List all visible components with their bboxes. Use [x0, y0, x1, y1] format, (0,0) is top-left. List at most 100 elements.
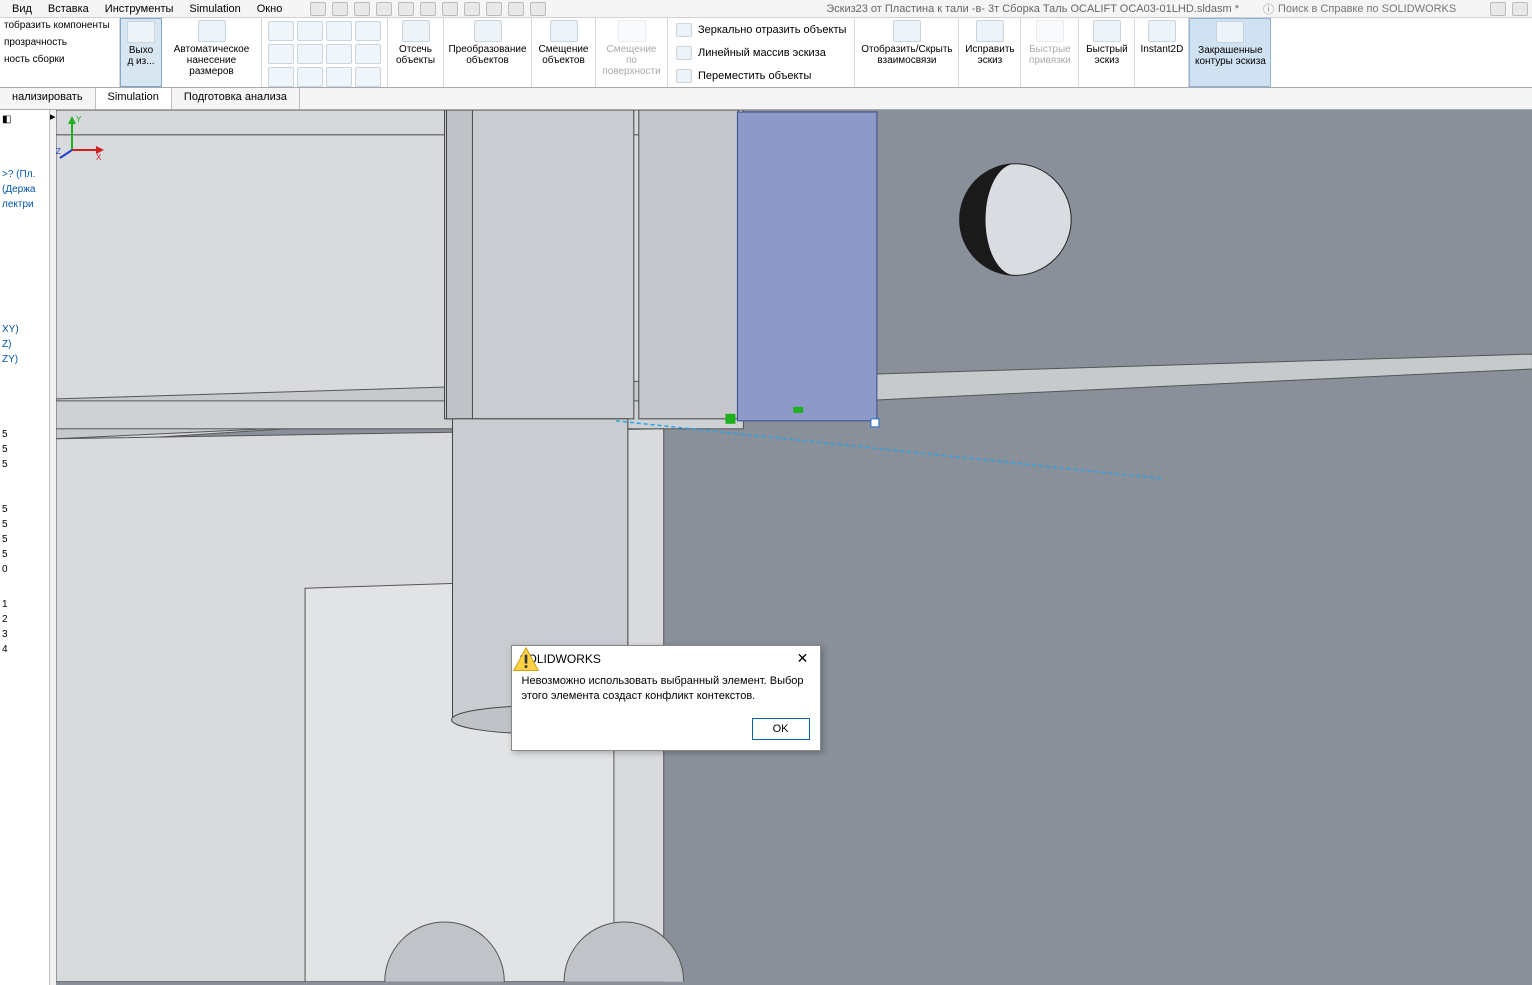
menu-simulation[interactable]: Simulation — [181, 3, 248, 15]
ribbon-instant2d[interactable]: Instant2D — [1135, 18, 1189, 87]
tree-n-5f[interactable]: 5 — [0, 532, 49, 547]
ribbon-repair-sketch[interactable]: Исправить эскиз — [959, 18, 1021, 87]
tree-n-0[interactable]: 0 — [0, 562, 49, 577]
instant2d-icon — [1148, 20, 1176, 42]
tree-plane-xy[interactable]: XY) — [0, 322, 49, 337]
ellipse-tool-icon[interactable] — [326, 44, 352, 64]
spline-tool-icon[interactable] — [326, 21, 352, 41]
offset-icon — [550, 20, 578, 42]
qat-extra-icon[interactable] — [530, 2, 546, 16]
mirror-icon — [676, 23, 692, 37]
line-tool-icon[interactable] — [268, 21, 294, 41]
ribbon-transparency[interactable]: прозрачность — [4, 37, 67, 48]
tree-plane-xz[interactable]: Z) — [0, 337, 49, 352]
dialog-close-button[interactable]: ✕ — [794, 650, 812, 668]
tree-n-3[interactable]: 3 — [0, 627, 49, 642]
menu-view[interactable]: Вид — [4, 3, 40, 15]
ribbon-mirror[interactable]: Зеркально отразить объекты — [676, 23, 846, 37]
shaded-contours-icon — [1216, 21, 1244, 43]
qat-open-icon[interactable] — [354, 2, 370, 16]
help-search[interactable]: ⓘ — [1257, 1, 1484, 17]
tree-n-2[interactable]: 2 — [0, 612, 49, 627]
slot-tool-icon[interactable] — [268, 67, 294, 87]
tree-n-5a[interactable]: 5 — [0, 427, 49, 442]
qat-new-icon[interactable] — [332, 2, 348, 16]
ribbon-show-components[interactable]: тобразить компоненты — [4, 20, 110, 31]
qat-select-icon[interactable] — [464, 2, 480, 16]
tree-item-2[interactable]: (Держа — [0, 182, 49, 197]
ribbon-offset-surface-label: Смещение по поверхности — [600, 44, 663, 77]
tree-n-5d[interactable]: 5 — [0, 502, 49, 517]
tree-item-3[interactable]: лектри — [0, 197, 49, 212]
tree-n-5e[interactable]: 5 — [0, 517, 49, 532]
ribbon-assembly-group: тобразить компоненты прозрачность ность … — [0, 18, 120, 87]
tab-analysis-prep[interactable]: Подготовка анализа — [172, 88, 300, 109]
ribbon-exit-sketch[interactable]: Выхо д из... — [120, 18, 162, 87]
menu-window[interactable]: Окно — [249, 3, 291, 15]
ribbon-offset-surface: Смещение по поверхности — [596, 18, 668, 87]
tree-item-1[interactable]: >? (Пл. — [0, 167, 49, 182]
tab-simulation[interactable]: Simulation — [96, 88, 172, 109]
ribbon-instant2d-label: Instant2D — [1141, 44, 1184, 55]
dialog-message: Невозможно использовать выбранный элемен… — [522, 674, 810, 704]
ribbon-sketch-tools — [262, 18, 388, 87]
help-search-input[interactable] — [1278, 3, 1478, 15]
tree-n-5c[interactable]: 5 — [0, 457, 49, 472]
ribbon-assembly-fit[interactable]: ность сборки — [4, 54, 64, 65]
qat-options-icon[interactable] — [508, 2, 524, 16]
ribbon-quick-sketch-label: Быстрый эскиз — [1083, 44, 1130, 66]
ribbon-show-hide-relations[interactable]: Отобразить/Скрыть взаимосвязи — [855, 18, 959, 87]
arc-tool-icon[interactable] — [297, 44, 323, 64]
ribbon-exit-label: Выхо д из... — [125, 45, 157, 67]
ribbon-move[interactable]: Переместить объекты — [676, 69, 846, 83]
circle-tool-icon[interactable] — [297, 21, 323, 41]
quick-access-toolbar: Эскиз23 от Пластина к тали -в- 3т Сборка… — [310, 1, 1528, 17]
qat-undo-icon[interactable] — [420, 2, 436, 16]
error-dialog: SOLIDWORKS ✕ Невозможно использовать выб… — [511, 645, 821, 751]
quick-sketch-icon — [1093, 20, 1121, 42]
relations-icon — [893, 20, 921, 42]
tree-n-5g[interactable]: 5 — [0, 547, 49, 562]
text-tool-icon[interactable] — [355, 44, 381, 64]
user-icon[interactable] — [1512, 2, 1528, 16]
dialog-ok-button[interactable]: OK — [752, 718, 810, 740]
qat-rebuild-icon[interactable] — [486, 2, 502, 16]
qat-save-icon[interactable] — [376, 2, 392, 16]
dialog-titlebar[interactable]: SOLIDWORKS ✕ — [512, 646, 820, 672]
search-icon[interactable] — [1490, 2, 1506, 16]
qat-redo-icon[interactable] — [442, 2, 458, 16]
tree-n-4[interactable]: 4 — [0, 642, 49, 657]
feature-tree-panel[interactable]: ◧ >? (Пл. (Держа лектри XY) Z) ZY) 5 5 5… — [0, 110, 50, 985]
dialog-footer: OK — [512, 712, 820, 750]
ribbon-linear-pattern[interactable]: Линейный массив эскиза — [676, 46, 846, 60]
ribbon-auto-dimension[interactable]: Автоматическое нанесение размеров — [162, 18, 262, 87]
ribbon-convert[interactable]: Преобразование объектов — [444, 18, 532, 87]
ribbon-quick-snaps-label: Быстрые привязки — [1025, 44, 1074, 66]
ribbon-trim-label: Отсечь объекты — [392, 44, 439, 66]
ribbon-quick-sketch[interactable]: Быстрый эскиз — [1079, 18, 1135, 87]
qat-home-icon[interactable] — [310, 2, 326, 16]
qat-print-icon[interactable] — [398, 2, 414, 16]
plane-tool-icon[interactable] — [355, 67, 381, 87]
tree-n-1[interactable]: 1 — [0, 597, 49, 612]
rect-tool-icon[interactable] — [268, 44, 294, 64]
polygon-tool-icon[interactable] — [297, 67, 323, 87]
ribbon-shaded-contours[interactable]: Закрашенные контуры эскиза — [1189, 18, 1271, 87]
quick-snaps-icon — [1036, 20, 1064, 42]
tree-icon-row[interactable]: ◧ — [0, 112, 49, 127]
svg-text:X: X — [96, 153, 102, 160]
tab-analyze[interactable]: нализировать — [0, 88, 96, 109]
menu-insert[interactable]: Вставка — [40, 3, 97, 15]
tree-n-5b[interactable]: 5 — [0, 442, 49, 457]
ribbon-offset[interactable]: Смещение объектов — [532, 18, 596, 87]
document-title: Эскиз23 от Пластина к тали -в- 3т Сборка… — [826, 3, 1239, 15]
fillet-tool-icon[interactable] — [355, 21, 381, 41]
tree-plane-zy[interactable]: ZY) — [0, 352, 49, 367]
ribbon-shaded-label: Закрашенные контуры эскиза — [1194, 45, 1266, 67]
auto-dimension-icon — [198, 20, 226, 42]
viewport-3d[interactable]: Y X Z SOLIDWORKS ✕ Невозможно использова… — [56, 110, 1532, 985]
point-tool-icon[interactable] — [326, 67, 352, 87]
menu-tools[interactable]: Инструменты — [97, 3, 182, 15]
ribbon-trim[interactable]: Отсечь объекты — [388, 18, 444, 87]
ribbon-quick-snaps: Быстрые привязки — [1021, 18, 1079, 87]
